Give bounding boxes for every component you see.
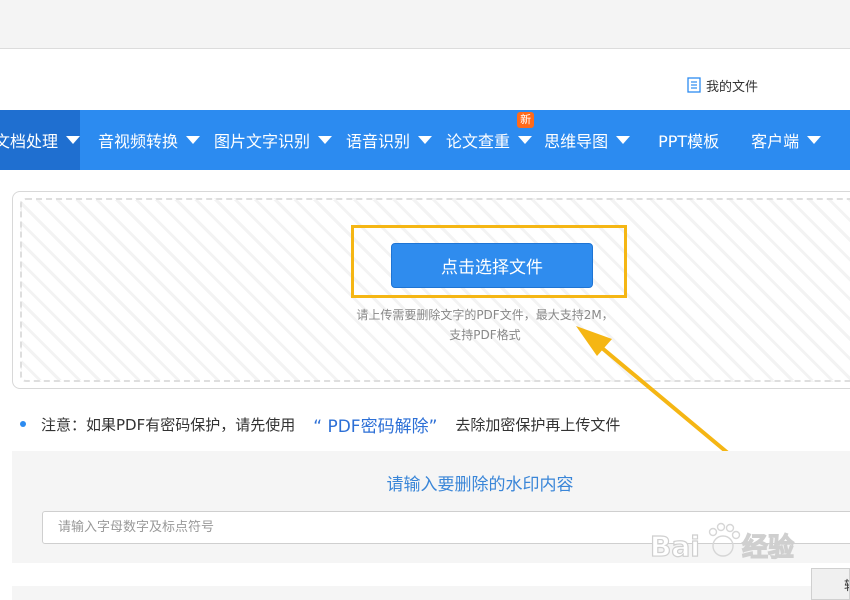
nav-item-label: 文档处理 xyxy=(0,132,59,151)
nav-item-label: 论文查重 xyxy=(446,132,511,151)
my-files-label: 我的文件 xyxy=(706,79,759,95)
main-nav: 文档处理 音视频转换 图片文字识别 语音识别 论文查重 新 思维导图 PPT模板… xyxy=(0,110,850,170)
choose-file-button[interactable]: 点击选择文件 xyxy=(391,243,593,288)
nav-item-mind-map[interactable]: 思维导图 xyxy=(544,110,631,170)
new-badge: 新 xyxy=(517,112,535,128)
nav-item-label: 客户端 xyxy=(751,132,800,151)
nav-item-speech-recognition[interactable]: 语音识别 xyxy=(346,110,433,170)
chevron-down-icon xyxy=(66,136,81,144)
nav-item-label: 图片文字识别 xyxy=(214,132,311,151)
browser-top-bar xyxy=(0,0,850,49)
pdf-password-remove-link[interactable]: “ PDF密码解除” xyxy=(313,412,437,437)
document-icon xyxy=(687,77,701,93)
chevron-down-icon xyxy=(318,136,333,144)
notice: 注意：如果PDF有密码保护，请先使用 “ PDF密码解除” 去除加密保护再上传文… xyxy=(20,412,621,437)
nav-item-image-ocr[interactable]: 图片文字识别 xyxy=(214,110,333,170)
corner-button[interactable]: 转 xyxy=(811,568,850,600)
nav-item-paper-check[interactable]: 论文查重 新 xyxy=(446,110,535,170)
chevron-down-icon xyxy=(616,136,631,144)
chevron-down-icon xyxy=(518,136,533,144)
bullet-dot xyxy=(20,421,26,427)
nav-item-client[interactable]: 客户端 xyxy=(751,110,822,170)
bottom-section xyxy=(12,586,850,600)
nav-item-ppt-templates[interactable]: PPT模板 xyxy=(658,110,719,170)
nav-item-audio-video[interactable]: 音视频转换 xyxy=(98,110,201,170)
chevron-down-icon xyxy=(807,136,822,144)
chevron-down-icon xyxy=(186,136,201,144)
nav-item-label: 语音识别 xyxy=(346,132,411,151)
upload-hint-line2: 支持PDF格式 xyxy=(449,328,521,342)
my-files-link[interactable]: 我的文件 xyxy=(687,75,758,95)
svg-text:经验: 经验 xyxy=(742,532,794,563)
upload-hint-line1: 请上传需要删除文字的PDF文件，最大支持2M， xyxy=(356,308,614,322)
chevron-down-icon xyxy=(418,136,433,144)
nav-item-label: 音视频转换 xyxy=(98,132,179,151)
nav-item-label: PPT模板 xyxy=(658,132,720,151)
notice-suffix: 去除加密保护再上传文件 xyxy=(455,415,621,434)
nav-item-label: 思维导图 xyxy=(544,132,609,151)
watermark-title: 请输入要删除的水印内容 xyxy=(386,475,574,495)
svg-text:Bai: Bai xyxy=(650,530,700,563)
baidu-jingyan-watermark-logo: Bai 经验 xyxy=(650,522,795,564)
nav-item-doc-processing[interactable]: 文档处理 xyxy=(0,110,81,170)
notice-prefix: 注意：如果PDF有密码保护，请先使用 xyxy=(41,415,296,434)
